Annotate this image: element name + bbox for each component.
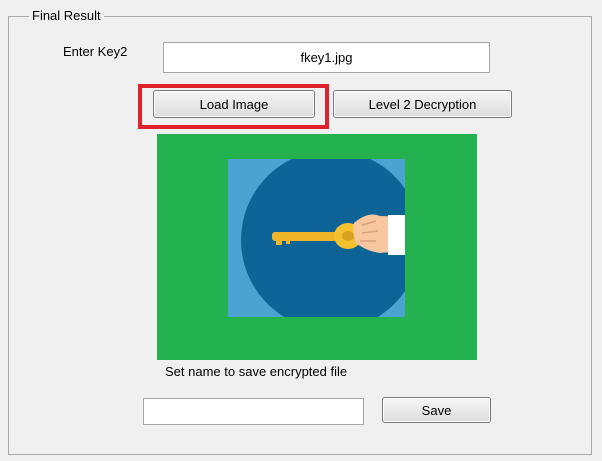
- save-caption: Set name to save encrypted file: [165, 364, 348, 379]
- image-preview: [157, 134, 477, 360]
- filename-input[interactable]: [143, 398, 364, 425]
- level2-decryption-button[interactable]: Level 2 Decryption: [333, 90, 512, 118]
- load-image-button[interactable]: Load Image: [153, 90, 315, 118]
- save-button[interactable]: Save: [382, 397, 491, 423]
- key-in-hand-image: [228, 159, 405, 317]
- key2-label: Enter Key2: [63, 44, 128, 59]
- key2-input[interactable]: [163, 42, 490, 73]
- panel-title: Final Result: [29, 9, 104, 23]
